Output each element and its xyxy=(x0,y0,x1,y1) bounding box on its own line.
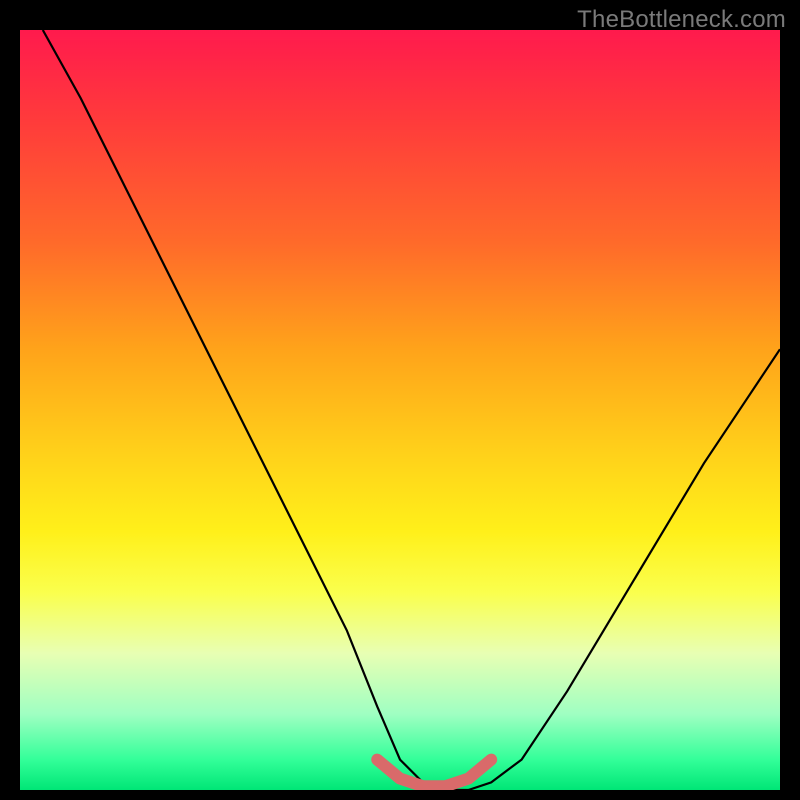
watermark-text: TheBottleneck.com xyxy=(577,6,786,34)
chart-svg xyxy=(20,30,780,790)
chart-frame xyxy=(20,30,780,790)
optimal-zone-highlight xyxy=(377,760,491,787)
bottleneck-curve xyxy=(43,30,780,790)
